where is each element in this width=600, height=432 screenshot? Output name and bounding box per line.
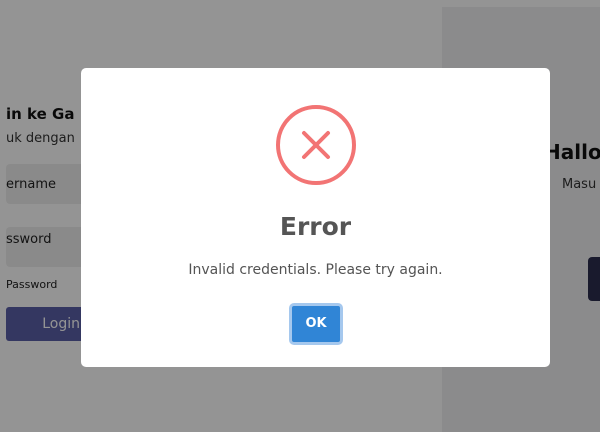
error-x-icon [276, 105, 356, 185]
close-x-icon [302, 131, 330, 159]
error-dialog: Error Invalid credentials. Please try ag… [81, 68, 550, 367]
dialog-title: Error [279, 212, 352, 241]
ok-button[interactable]: OK [289, 303, 343, 345]
dialog-message: Invalid credentials. Please try again. [188, 262, 443, 278]
